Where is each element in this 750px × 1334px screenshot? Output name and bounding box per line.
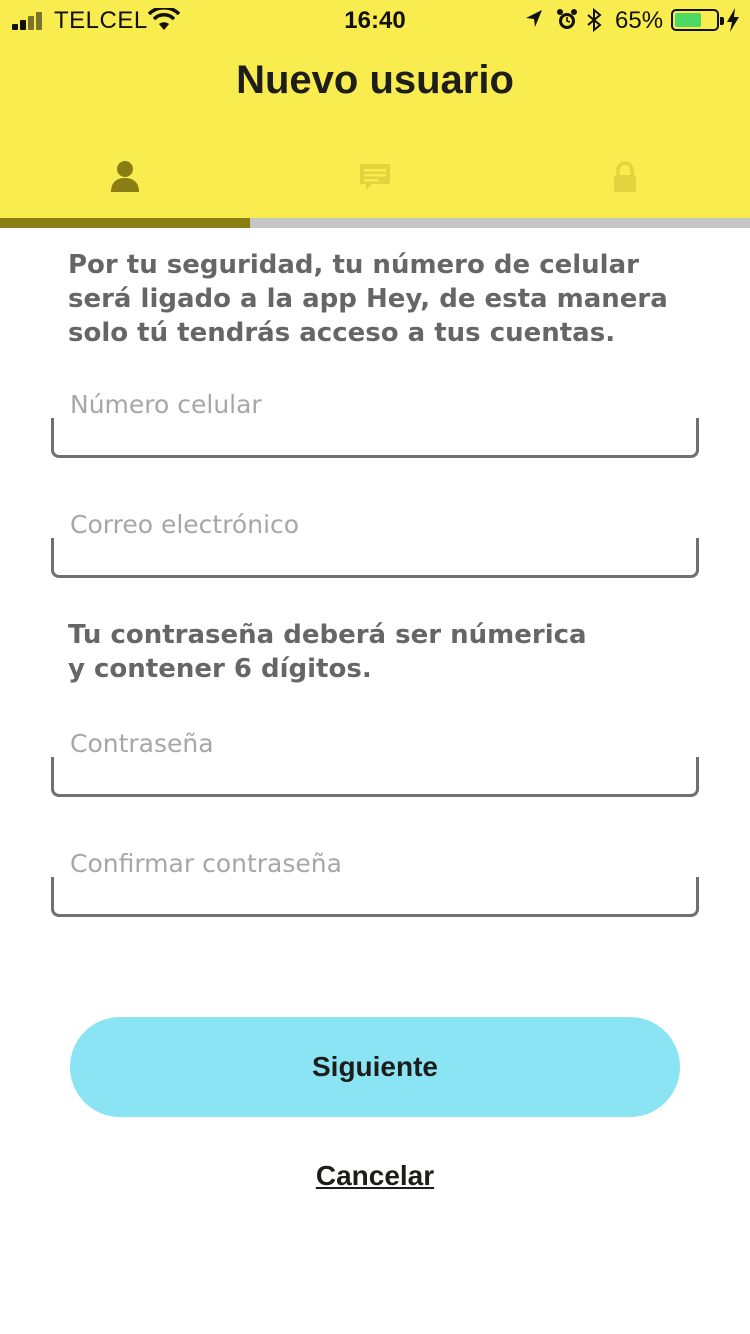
message-icon (360, 164, 390, 190)
password-note: Tu contraseña deberá ser númerica y cont… (68, 618, 688, 686)
cancel-link[interactable]: Cancelar (0, 1160, 750, 1192)
password-note-line-2: y contener 6 dígitos. (68, 654, 372, 684)
next-button[interactable]: Siguiente (70, 1017, 680, 1117)
step-progress-fill (0, 218, 250, 228)
battery-icon (671, 9, 724, 31)
status-bar: TELCEL 16:40 65% (0, 0, 750, 40)
phone-input[interactable] (70, 384, 670, 424)
step-progress-bar (0, 218, 750, 228)
email-field (51, 504, 699, 578)
step-tab-message[interactable] (250, 150, 500, 210)
phone-field (51, 384, 699, 458)
step-tab-user[interactable] (0, 150, 250, 210)
step-tabs (0, 150, 750, 210)
password-field (51, 723, 699, 797)
confirm-password-input[interactable] (70, 843, 670, 883)
lock-icon (614, 161, 636, 192)
charging-icon (727, 8, 739, 32)
step-tab-lock[interactable] (500, 150, 750, 210)
user-icon (111, 161, 139, 192)
password-input[interactable] (70, 723, 670, 763)
bluetooth-icon (587, 7, 602, 33)
confirm-password-field (51, 843, 699, 917)
password-note-line-1: Tu contraseña deberá ser númerica (68, 620, 587, 650)
page-title: Nuevo usuario (236, 58, 514, 102)
app-header: TELCEL 16:40 65% Nuevo usuario (0, 0, 750, 228)
email-input[interactable] (70, 504, 670, 544)
battery-percent: 65% (615, 7, 664, 34)
location-icon (526, 10, 542, 27)
intro-text: Por tu seguridad, tu número de celular s… (68, 250, 668, 348)
alarm-icon (557, 9, 577, 29)
status-icons (526, 7, 602, 33)
